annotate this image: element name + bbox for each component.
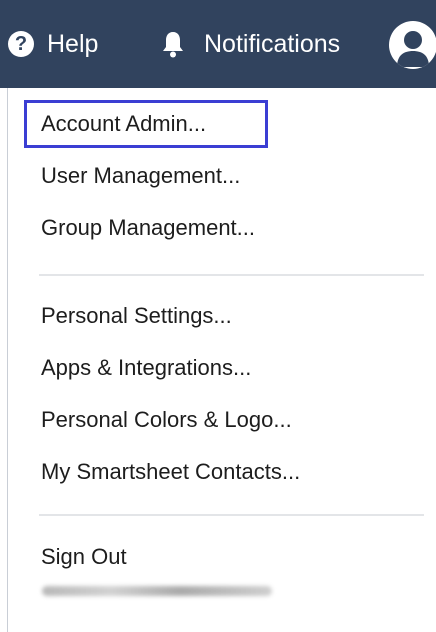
menu-item-apps-integrations[interactable]: Apps & Integrations... [41,346,251,390]
help-label: Help [47,29,99,58]
help-button[interactable]: ? Help [8,0,98,88]
menu-item-group-management[interactable]: Group Management... [41,206,255,250]
menu-item-personal-colors-logo[interactable]: Personal Colors & Logo... [41,398,292,442]
help-icon: ? [8,31,34,57]
menu-item-user-management[interactable]: User Management... [41,154,240,198]
menu-item-personal-settings[interactable]: Personal Settings... [41,294,232,338]
account-dropdown-menu: Account Admin... User Management... Grou… [7,88,436,632]
notifications-button[interactable]: Notifications [161,0,340,88]
bell-icon [163,32,183,58]
menu-item-sign-out[interactable]: Sign Out [41,535,127,579]
menu-item-account-admin[interactable]: Account Admin... [41,102,206,146]
redacted-email [42,586,272,596]
menu-divider [39,514,424,516]
menu-divider [39,274,424,276]
top-navigation-bar: ? Help Notifications [0,0,436,88]
menu-item-smartsheet-contacts[interactable]: My Smartsheet Contacts... [41,450,300,494]
user-avatar-button[interactable] [389,21,436,69]
notifications-label: Notifications [204,29,341,58]
user-avatar-icon [397,31,429,67]
